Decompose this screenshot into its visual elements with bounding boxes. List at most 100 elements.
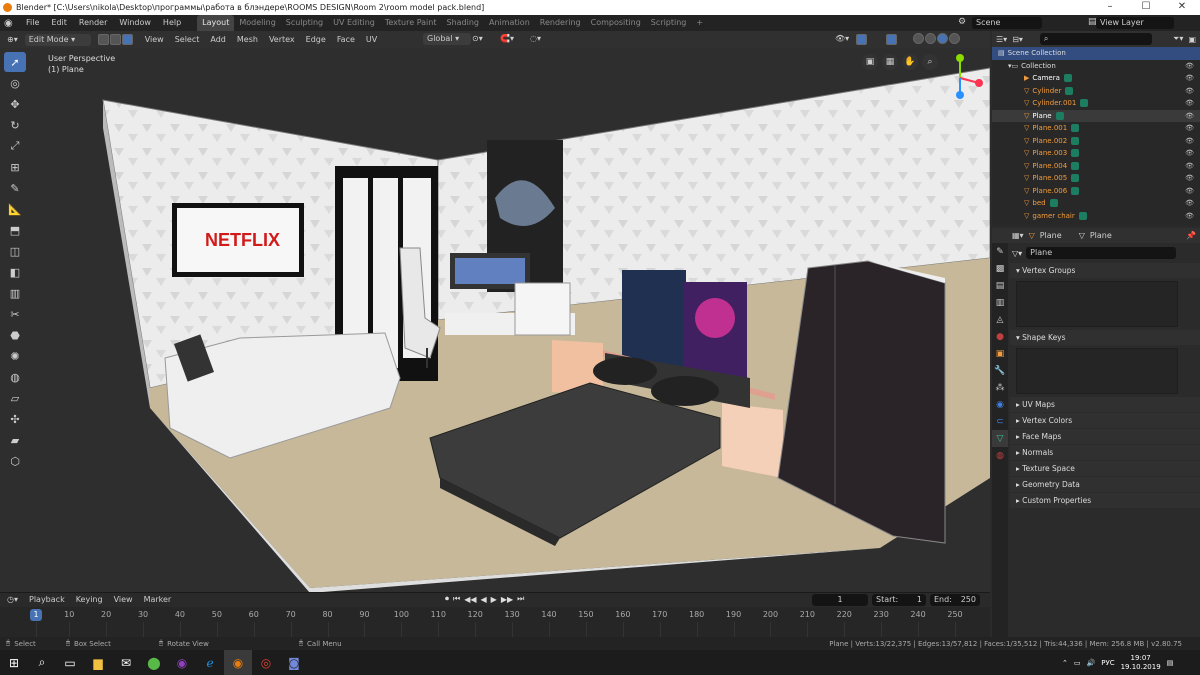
menu-render[interactable]: Render xyxy=(73,15,113,31)
knife-tool[interactable]: ✂ xyxy=(4,304,26,324)
world-tab-icon[interactable]: ● xyxy=(992,328,1008,345)
camera-view-icon[interactable]: ▣ xyxy=(862,54,878,70)
current-frame-field[interactable]: 1 xyxy=(812,594,868,606)
windows-start-icon[interactable]: ⊞ xyxy=(0,650,28,675)
tab-scripting[interactable]: Scripting xyxy=(646,15,692,31)
panel-collapsed[interactable]: ▸ Custom Properties xyxy=(1010,493,1200,508)
cursor-tool[interactable]: ◎ xyxy=(4,73,26,93)
notifications-icon[interactable]: ▤ xyxy=(1167,659,1174,667)
add-workspace-button[interactable]: + xyxy=(691,15,708,31)
material-shading-button[interactable] xyxy=(937,33,948,44)
pivot-icon[interactable]: ⊙▾ xyxy=(472,34,483,43)
tab-modeling[interactable]: Modeling xyxy=(234,15,280,31)
visibility-eye-icon[interactable]: 👁 xyxy=(1185,72,1194,85)
next-key-icon[interactable]: ▶▶ xyxy=(501,595,513,604)
face-select-button[interactable] xyxy=(121,34,133,45)
menu-keying[interactable]: Keying xyxy=(72,594,107,606)
outliner-item[interactable]: ▽ Cylinder.001 👁 xyxy=(992,97,1200,110)
perspective-toggle-icon[interactable]: ▦ xyxy=(882,54,898,70)
menu-window[interactable]: Window xyxy=(113,15,157,31)
minimize-button[interactable]: – xyxy=(1092,0,1128,15)
menu-mesh[interactable]: Mesh xyxy=(233,34,262,46)
mode-dropdown[interactable]: Edit Mode ▾ xyxy=(24,33,91,46)
display-mode-icon[interactable]: ⊟▾ xyxy=(1012,35,1023,44)
play-icon[interactable]: ▶ xyxy=(491,595,497,604)
network-icon[interactable]: ▭ xyxy=(1074,659,1081,667)
output-tab-icon[interactable]: ▤ xyxy=(992,277,1008,294)
menu-face[interactable]: Face xyxy=(333,34,359,46)
panel-shape-keys[interactable]: ▾ Shape Keys xyxy=(1010,330,1200,345)
task-view-icon[interactable]: ▭ xyxy=(56,650,84,675)
menu-add[interactable]: Add xyxy=(206,34,230,46)
outliner-item[interactable]: ▽ Plane.004 👁 xyxy=(992,160,1200,173)
tab-uv-editing[interactable]: UV Editing xyxy=(328,15,380,31)
visibility-eye-icon[interactable]: 👁 xyxy=(1185,210,1194,223)
outliner-item[interactable]: ▽ Cylinder 👁 xyxy=(992,85,1200,98)
outliner-item[interactable]: ▽ Plane.001 👁 xyxy=(992,122,1200,135)
blender-menu-icon[interactable]: ◉ xyxy=(4,18,20,29)
panel-collapsed[interactable]: ▸ Vertex Colors xyxy=(1010,413,1200,428)
jump-start-icon[interactable]: ⏮ xyxy=(453,594,460,604)
visibility-eye-icon[interactable]: 👁 xyxy=(1185,160,1194,173)
timeline-editor-icon[interactable]: ◷▾ xyxy=(3,594,22,606)
current-frame-indicator[interactable]: 1 xyxy=(30,609,42,621)
outliner-item[interactable]: ▽ gamer chair 👁 xyxy=(992,210,1200,223)
3d-viewport[interactable]: NETFLIX User Perspective (1) Plane ▣ ▦ ✋… xyxy=(0,48,990,592)
mesh-name-field[interactable]: Plane xyxy=(1026,247,1177,259)
overlay-toggle-button[interactable] xyxy=(856,34,867,45)
outliner-item[interactable]: ▽ Plane.006 👁 xyxy=(992,185,1200,198)
rendered-shading-button[interactable] xyxy=(949,33,960,44)
physics-tab-icon[interactable]: ◉ xyxy=(992,396,1008,413)
mail-icon[interactable]: ✉ xyxy=(112,650,140,675)
pin-icon[interactable]: 📌 xyxy=(1186,231,1196,240)
visibility-eye-icon[interactable]: 👁 xyxy=(1185,60,1194,73)
tray-chevron-icon[interactable]: ⌃ xyxy=(1062,659,1068,667)
record-icon[interactable]: ⏺ xyxy=(445,594,449,604)
scale-tool[interactable]: ⤢ xyxy=(4,136,26,156)
tab-sculpting[interactable]: Sculpting xyxy=(281,15,328,31)
tab-shading[interactable]: Shading xyxy=(441,15,484,31)
edge-select-button[interactable] xyxy=(109,34,121,45)
menu-help[interactable]: Help xyxy=(157,15,187,31)
search-icon[interactable]: ⌕ xyxy=(28,650,56,675)
outliner-item[interactable]: ▽ bed 👁 xyxy=(992,197,1200,210)
breadcrumb-object[interactable]: Plane xyxy=(1040,231,1062,240)
visibility-eye-icon[interactable]: 👁 xyxy=(1185,85,1194,98)
scene-collection-row[interactable]: ▤ Scene Collection xyxy=(992,47,1200,60)
blender-taskbar-icon[interactable]: ◉ xyxy=(224,650,252,675)
measure-tool[interactable]: 📐 xyxy=(4,199,26,219)
tray-clock[interactable]: 19:07 19.10.2019 xyxy=(1121,654,1161,672)
panel-collapsed[interactable]: ▸ Face Maps xyxy=(1010,429,1200,444)
shrink-fatten-tool[interactable]: ✣ xyxy=(4,409,26,429)
menu-edit[interactable]: Edit xyxy=(45,15,73,31)
edge-browser-icon[interactable]: ℯ xyxy=(196,650,224,675)
annotate-tool[interactable]: ✎ xyxy=(4,178,26,198)
edge-slide-tool[interactable]: ▱ xyxy=(4,388,26,408)
maximize-button[interactable]: ☐ xyxy=(1128,0,1164,15)
visibility-eye-icon[interactable]: 👁 xyxy=(1185,122,1194,135)
vertex-groups-list[interactable] xyxy=(1016,281,1178,327)
tab-rendering[interactable]: Rendering xyxy=(535,15,586,31)
shape-keys-list[interactable] xyxy=(1016,348,1178,394)
wireframe-shading-button[interactable] xyxy=(913,33,924,44)
visibility-eye-icon[interactable]: 👁 xyxy=(1185,147,1194,160)
outliner-item[interactable]: ▽ Plane 👁 xyxy=(992,109,1200,122)
properties-editor-icon[interactable]: ▦▾ xyxy=(1012,231,1024,240)
outliner-editor-icon[interactable]: ☰▾ xyxy=(996,35,1007,44)
start-frame-field[interactable]: Start: 1 xyxy=(872,594,926,606)
outliner-item[interactable]: ▽ Plane.002 👁 xyxy=(992,135,1200,148)
menu-marker[interactable]: Marker xyxy=(140,594,176,606)
pan-hand-icon[interactable]: ✋ xyxy=(902,54,918,70)
editor-type-icon[interactable]: ⊕▾ xyxy=(3,34,22,46)
particles-tab-icon[interactable]: ⁂ xyxy=(992,379,1008,396)
menu-view[interactable]: View xyxy=(141,34,168,46)
menu-select[interactable]: Select xyxy=(171,34,204,46)
timeline[interactable]: 1102030405060708090100110120130140150160… xyxy=(0,607,990,637)
snap-icon[interactable]: 🧲▾ xyxy=(500,34,514,43)
material-tab-icon[interactable]: ◍ xyxy=(992,447,1008,464)
new-collection-icon[interactable]: ▣ xyxy=(1188,35,1196,44)
visibility-eye-icon[interactable]: 👁 xyxy=(1185,135,1194,148)
breadcrumb-data[interactable]: Plane xyxy=(1090,231,1112,240)
panel-collapsed[interactable]: ▸ Texture Space xyxy=(1010,461,1200,476)
tab-layout[interactable]: Layout xyxy=(197,15,235,31)
